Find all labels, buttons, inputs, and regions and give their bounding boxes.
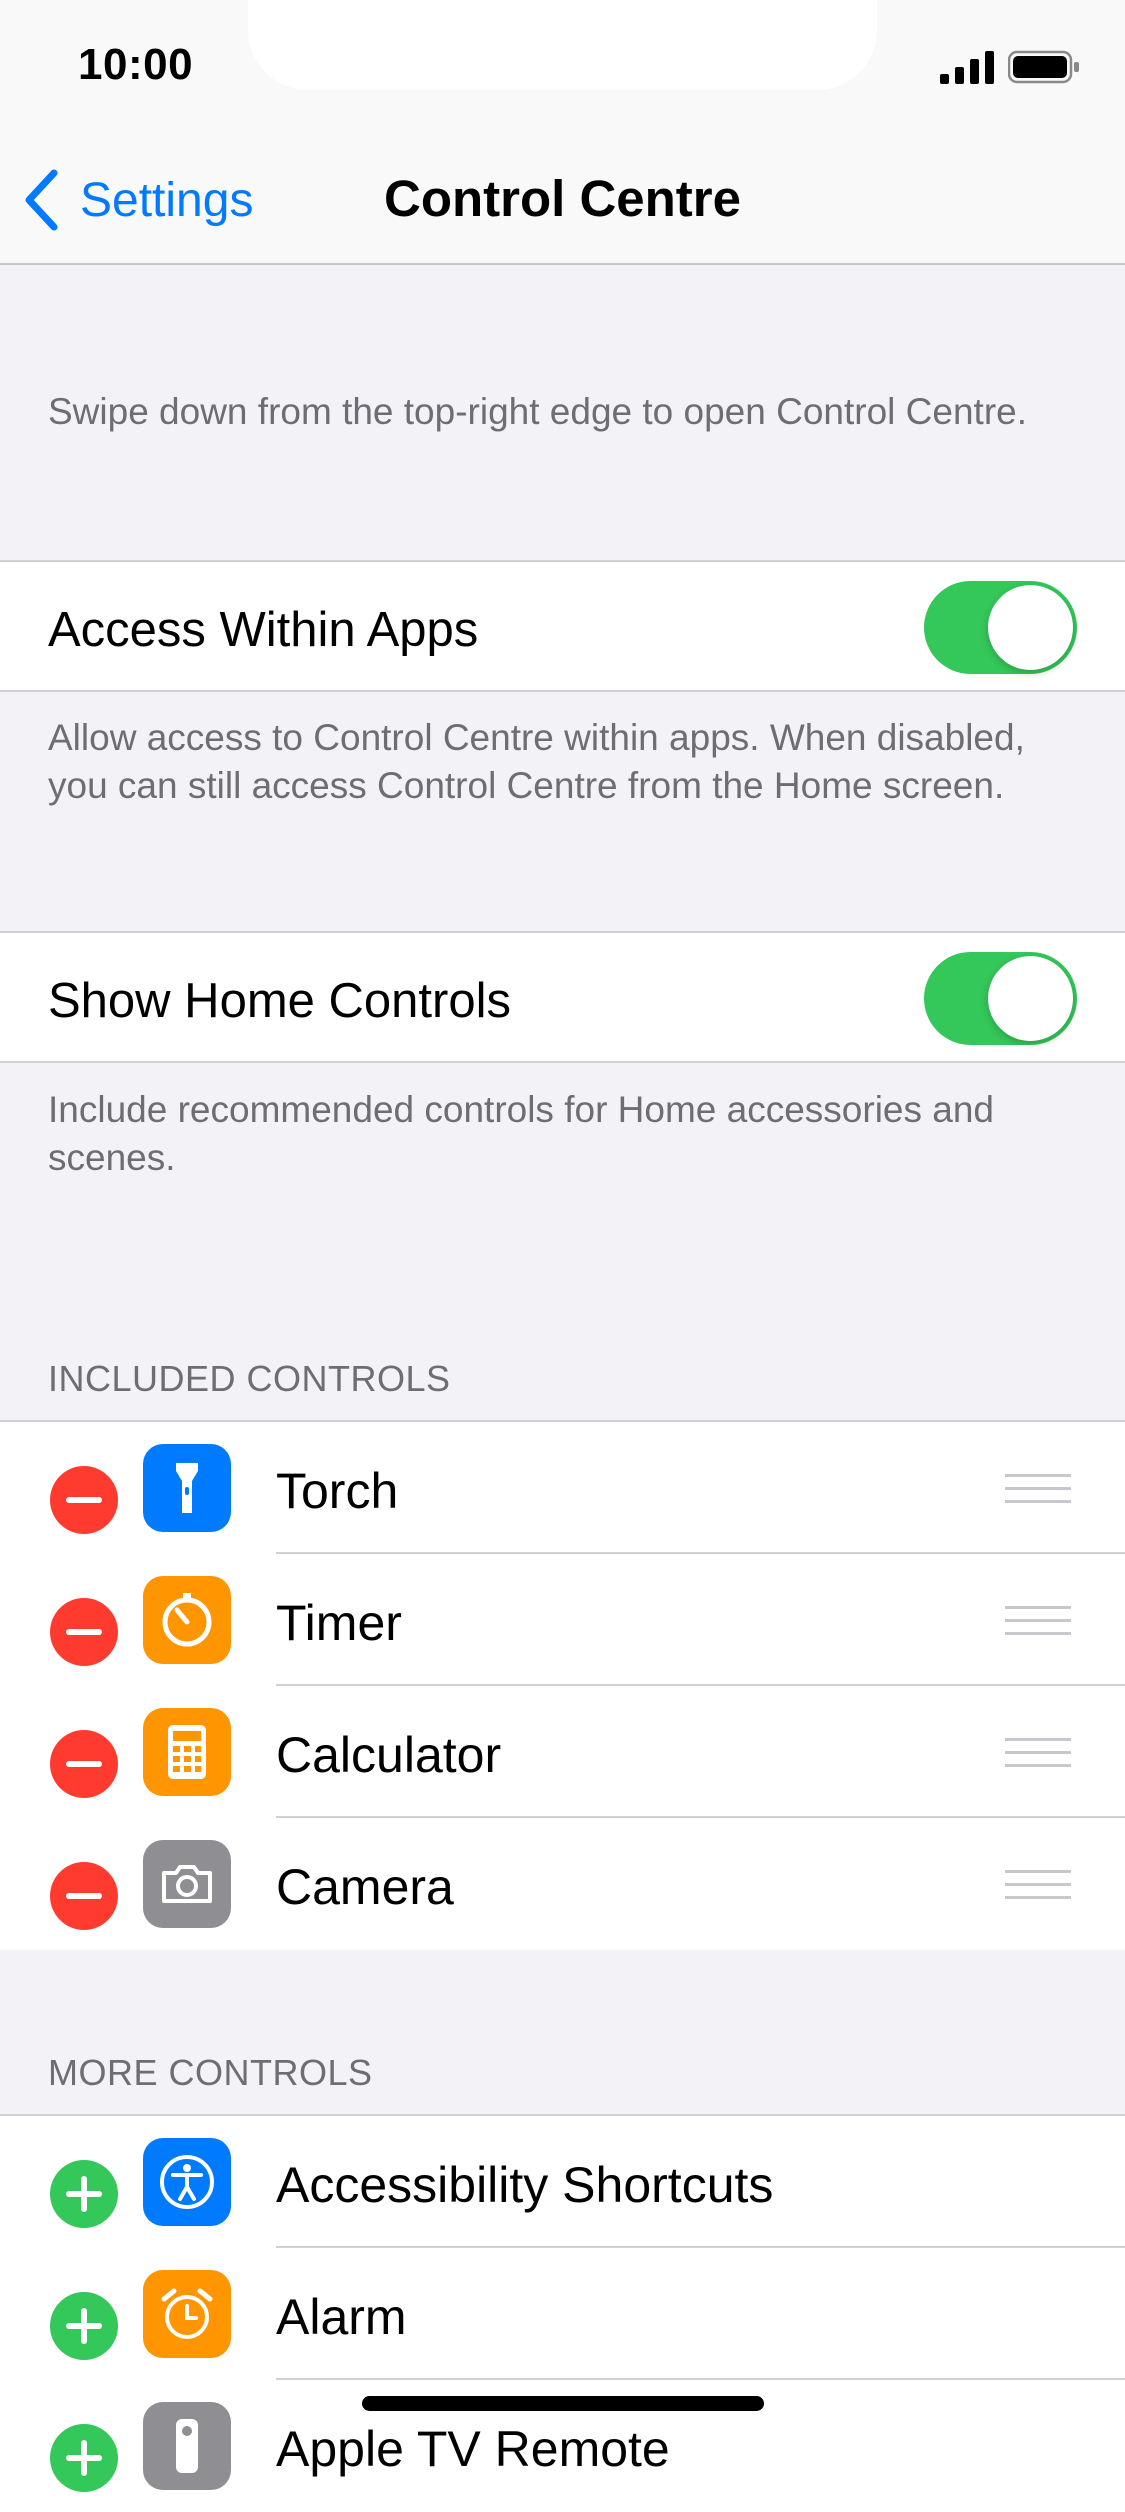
reorder-handle-icon[interactable] [1005, 1474, 1071, 1504]
battery-icon [1008, 50, 1079, 84]
status-time: 10:00 [78, 40, 194, 89]
status-bar: 10:00 [0, 0, 1125, 135]
intro-text: Swipe down from the top-right edge to op… [48, 391, 1028, 432]
control-label: Torch [276, 1463, 399, 1519]
included-controls-header: INCLUDED CONTROLS [48, 1358, 451, 1399]
control-label: Alarm [276, 2289, 407, 2345]
list-item: Timer [0, 1554, 1125, 1686]
access-within-apps-label: Access Within Apps [48, 603, 479, 657]
page-title-text: Control Centre [384, 170, 741, 227]
page-title: Control Centre [0, 169, 1125, 228]
show-home-controls-footer: Include recommended controls for Home ac… [48, 1089, 995, 1178]
add-button[interactable] [50, 2424, 118, 2492]
show-home-controls-cell: Show Home Controls [0, 931, 1125, 1063]
reorder-handle-icon[interactable] [1005, 1738, 1071, 1768]
more-controls-header: MORE CONTROLS [48, 2052, 373, 2093]
control-label: Timer [276, 1595, 402, 1651]
show-home-controls-label: Show Home Controls [48, 974, 511, 1028]
reorder-handle-icon[interactable] [1005, 1870, 1071, 1900]
calculator-icon [143, 1708, 231, 1796]
remove-button[interactable] [50, 1466, 118, 1534]
remote-icon [143, 2402, 231, 2490]
notch [248, 0, 877, 90]
list-item: Camera [0, 1818, 1125, 1950]
remove-button[interactable] [50, 1862, 118, 1930]
control-label: Apple TV Remote [276, 2421, 670, 2477]
list-item: Calculator [0, 1686, 1125, 1818]
torch-icon [143, 1444, 231, 1532]
access-within-apps-toggle[interactable] [924, 581, 1077, 674]
alarm-icon [143, 2270, 231, 2358]
list-item: Alarm [0, 2248, 1125, 2380]
control-label: Camera [276, 1859, 454, 1915]
cellular-signal-icon [940, 51, 994, 84]
show-home-controls-toggle[interactable] [924, 952, 1077, 1045]
list-item: Accessibility Shortcuts [0, 2116, 1125, 2248]
add-button[interactable] [50, 2292, 118, 2360]
timer-icon [143, 1576, 231, 1664]
control-label: Accessibility Shortcuts [276, 2157, 774, 2213]
access-within-apps-cell: Access Within Apps [0, 560, 1125, 692]
camera-icon [143, 1840, 231, 1928]
included-controls-list: Torch Timer Calculator Camera [0, 1420, 1125, 1950]
home-indicator[interactable] [362, 2396, 764, 2411]
remove-button[interactable] [50, 1730, 118, 1798]
access-within-apps-footer: Allow access to Control Centre within ap… [48, 717, 1025, 806]
accessibility-icon [143, 2138, 231, 2226]
remove-button[interactable] [50, 1598, 118, 1666]
more-controls-list: Accessibility Shortcuts Alarm Apple TV R… [0, 2114, 1125, 2512]
add-button[interactable] [50, 2160, 118, 2228]
control-label: Calculator [276, 1727, 502, 1783]
navigation-bar: Settings Control Centre [0, 135, 1125, 265]
reorder-handle-icon[interactable] [1005, 1606, 1071, 1636]
list-item: Torch [0, 1422, 1125, 1554]
